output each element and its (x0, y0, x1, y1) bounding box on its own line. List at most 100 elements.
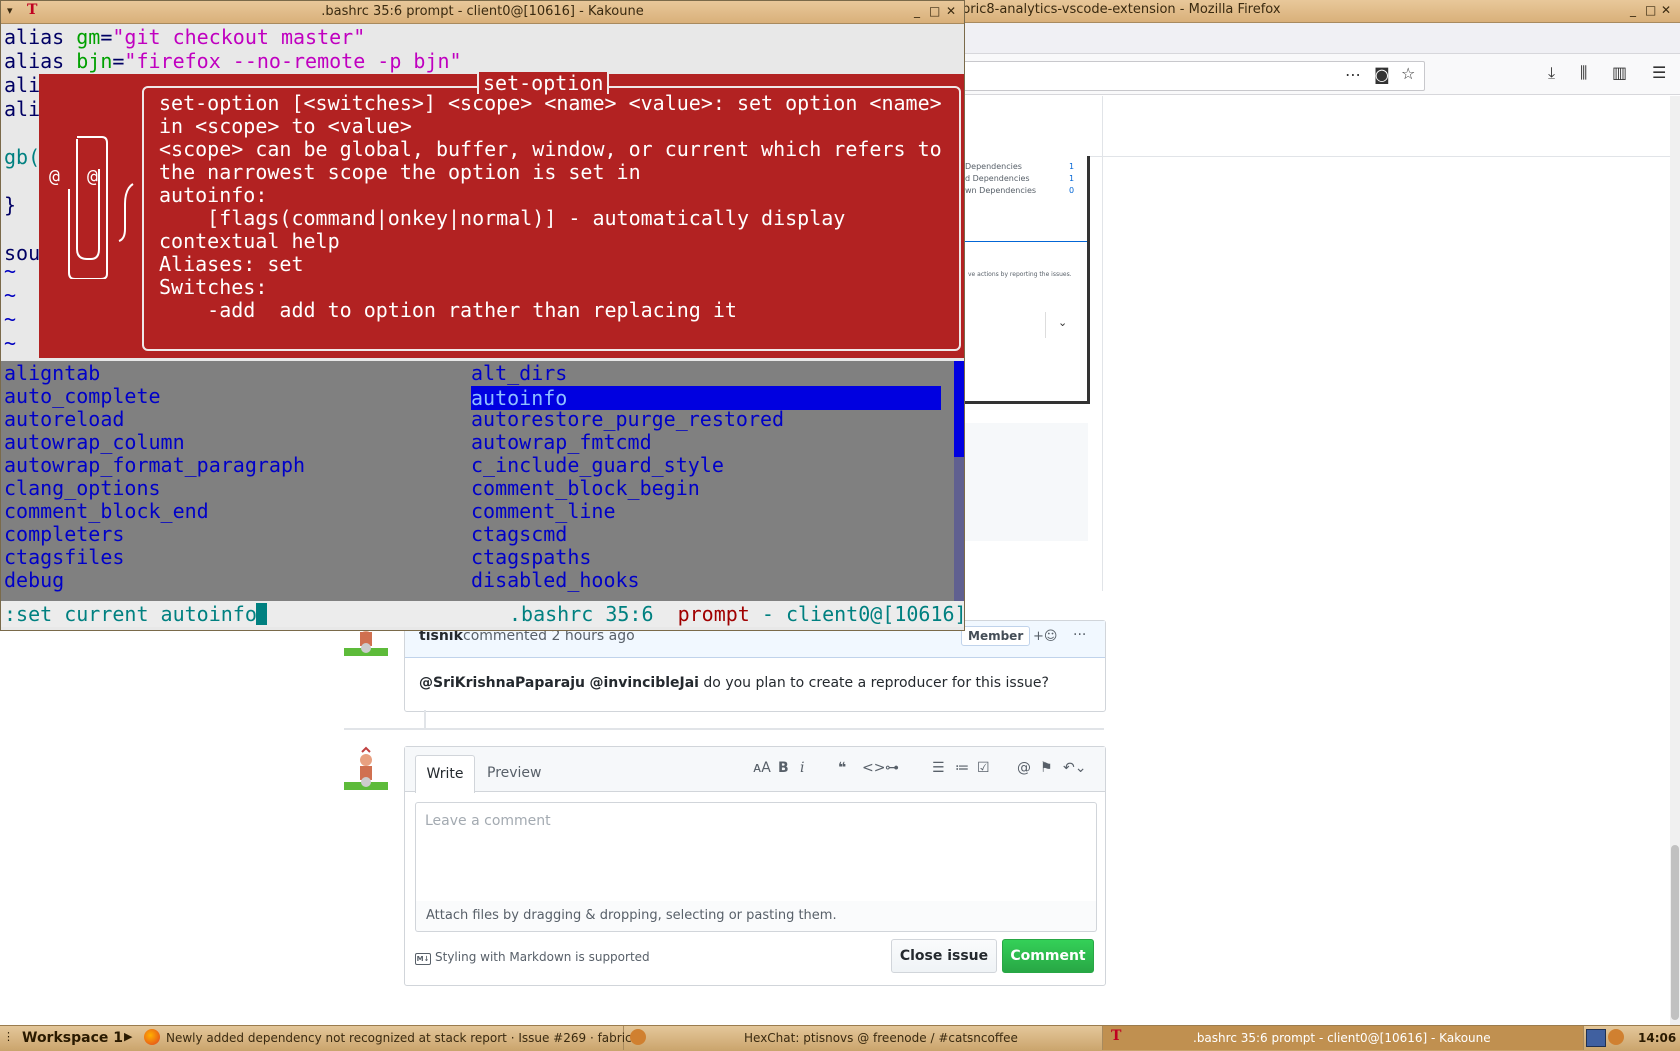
mention-icon[interactable]: @ (1017, 760, 1031, 776)
info-line: in <scope> to <value> (159, 114, 412, 138)
firefox-icon (144, 1029, 160, 1045)
bookmark-star-icon[interactable]: ☆ (1401, 64, 1415, 83)
menu-item[interactable]: c_include_guard_style (471, 453, 724, 477)
menu-item[interactable]: autoreload (4, 407, 124, 431)
buffer-line: } (4, 193, 17, 217)
close-issue-button[interactable]: Close issue (891, 939, 997, 973)
markdown-hint[interactable]: Styling with Markdown is supported (435, 950, 650, 964)
comment-body: @SriKrishnaPaparaju @invincibleJai do yo… (419, 675, 1049, 691)
url-bar[interactable]: ⋯ ◙ ☆ (960, 61, 1425, 91)
report-select[interactable]: ⌄ (1045, 312, 1096, 338)
menu-item[interactable]: autowrap_column (4, 430, 185, 454)
code-icon[interactable]: <> (862, 760, 885, 776)
numbered-list-icon[interactable]: ≔ (955, 760, 969, 776)
status-info: .bashrc 35:6 prompt - client0@[10616] (509, 602, 964, 626)
close-icon[interactable]: ✕ (1661, 3, 1671, 17)
start-menu-icon[interactable]: ⋮ (3, 1030, 14, 1043)
taskbar-item-kakoune[interactable]: T .bashrc 35:6 prompt - client0@[10616] … (1103, 1026, 1584, 1050)
kakoune-window[interactable]: ▾ T .bashrc 35:6 prompt - client0@[10616… (0, 0, 965, 631)
task-list-icon[interactable]: ☑ (977, 760, 990, 776)
menu-item[interactable]: autorestore_purge_restored (471, 407, 784, 431)
tab-write[interactable]: Write (415, 755, 475, 793)
menu-item[interactable]: debug (4, 568, 64, 592)
menu-item[interactable]: comment_line (471, 499, 616, 523)
network-icon[interactable] (1586, 1029, 1606, 1047)
status-file: .bashrc 35:6 (509, 602, 678, 626)
downloads-icon[interactable]: ⤓ (1548, 63, 1555, 83)
timeline-line (424, 710, 426, 728)
menu-item[interactable]: ctagscmd (471, 522, 567, 546)
dep-count: 0 (1069, 186, 1075, 195)
saved-reply-icon[interactable]: ⚑ (1040, 760, 1053, 776)
page-scrollbar-thumb[interactable] (1671, 845, 1679, 1020)
clock[interactable]: 14:06 (1638, 1031, 1676, 1045)
reply-icon[interactable]: ↶⌄ (1063, 760, 1086, 776)
bold-icon[interactable]: B (778, 760, 789, 776)
menu-item[interactable]: comment_block_end (4, 499, 209, 523)
taskbar: ⋮ Workspace 1 ▶ Newly added dependency n… (0, 1025, 1680, 1051)
firefox-window-title: bric8-analytics-vscode-extension - Mozil… (962, 2, 1281, 17)
menu-item[interactable]: ctagspaths (471, 545, 591, 569)
buffer-tilde: ~ (4, 331, 17, 355)
dep-label: d Dependencies (965, 174, 1030, 183)
menu-item[interactable]: clang_options (4, 476, 161, 500)
maximize-icon[interactable]: □ (929, 4, 940, 18)
info-popup: @ @ set-option set-option [<switches>] <… (39, 72, 964, 358)
pocket-icon[interactable]: ◙ (1374, 65, 1390, 84)
taskbar-item-firefox[interactable]: Newly added dependency not recognized at… (138, 1026, 639, 1050)
mention[interactable]: @invincibleJai (589, 675, 699, 691)
menu-item[interactable]: completers (4, 522, 124, 546)
mention[interactable]: @SriKrishnaPaparaju (419, 675, 585, 691)
comment-textarea[interactable]: Leave a comment (415, 802, 1097, 902)
avatar[interactable] (344, 746, 388, 790)
dep-label: wn Dependencies (965, 186, 1037, 195)
tray-icon[interactable] (1608, 1029, 1624, 1045)
menu-item[interactable]: auto_complete (4, 384, 161, 408)
clippy-icon: @ @ (49, 136, 134, 279)
more-options-icon[interactable]: ··· (1073, 627, 1086, 643)
attach-files-bar[interactable]: Attach files by dragging & dropping, sel… (415, 901, 1097, 932)
menu-item[interactable]: aligntab (4, 361, 100, 385)
taskbar-item-hexchat[interactable]: HexChat: ptisnovs @ freenode / #catsncof… (624, 1026, 1103, 1050)
menu-item[interactable]: comment_block_begin (471, 476, 700, 500)
dependency-report-card: Dependencies 1 d Dependencies 1 wn Depen… (965, 156, 1090, 404)
kakoune-titlebar: ▾ T .bashrc 35:6 prompt - client0@[10616… (1, 1, 964, 24)
info-line: Aliases: set (159, 252, 304, 276)
workspace-label[interactable]: Workspace 1 (22, 1030, 123, 1046)
markdown-icon: M↓ (415, 953, 431, 965)
status-mode: prompt (677, 602, 750, 626)
dep-count: 1 (1069, 174, 1075, 183)
menu-item[interactable]: disabled_hooks (471, 568, 640, 592)
attach-files-text: Attach files by dragging & dropping, sel… (426, 908, 837, 923)
menu-scrollbar-thumb[interactable] (954, 361, 964, 457)
add-reaction-icon[interactable]: +☺ (1033, 629, 1057, 644)
close-icon[interactable]: ✕ (946, 4, 956, 18)
tab-preview[interactable]: Preview (487, 755, 542, 791)
timeline-divider (344, 728, 1104, 730)
issue-header-area (965, 96, 1670, 157)
buffer-tilde: ~ (4, 307, 17, 331)
workspace-next-icon[interactable]: ▶ (124, 1030, 132, 1043)
page-actions-icon[interactable]: ⋯ (1345, 65, 1361, 84)
dep-count: 1 (1069, 162, 1075, 171)
menu-item[interactable]: ctagsfiles (4, 545, 124, 569)
buffer-line: alias bjn="firefox --no-remote -p bjn" (4, 49, 462, 73)
sidebar-icon[interactable]: ▥ (1612, 63, 1627, 82)
comment-button[interactable]: Comment (1002, 939, 1094, 973)
minimize-icon[interactable]: _ (1630, 3, 1636, 17)
menu-icon[interactable]: ☰ (1652, 63, 1666, 82)
menu-item[interactable]: alt_dirs (471, 361, 567, 385)
menu-item[interactable]: autowrap_fmtcmd (471, 430, 652, 454)
maximize-icon[interactable]: □ (1645, 3, 1656, 17)
info-line: set-option [<switches>] <scope> <name> <… (159, 91, 942, 115)
library-icon[interactable]: ⫼ (1580, 63, 1587, 83)
text-size-icon[interactable]: ᴀA (753, 760, 771, 776)
italic-icon[interactable]: i (800, 760, 804, 776)
menu-item[interactable]: autowrap_format_paragraph (4, 453, 305, 477)
minimize-icon[interactable]: _ (914, 4, 920, 18)
link-icon[interactable]: ⊶ (885, 760, 899, 776)
quote-icon[interactable]: ❝ (838, 760, 846, 776)
buffer-line: ali (4, 97, 41, 121)
bullet-list-icon[interactable]: ☰ (932, 760, 945, 776)
command-prompt[interactable]: :set current autoinfo (4, 602, 257, 626)
